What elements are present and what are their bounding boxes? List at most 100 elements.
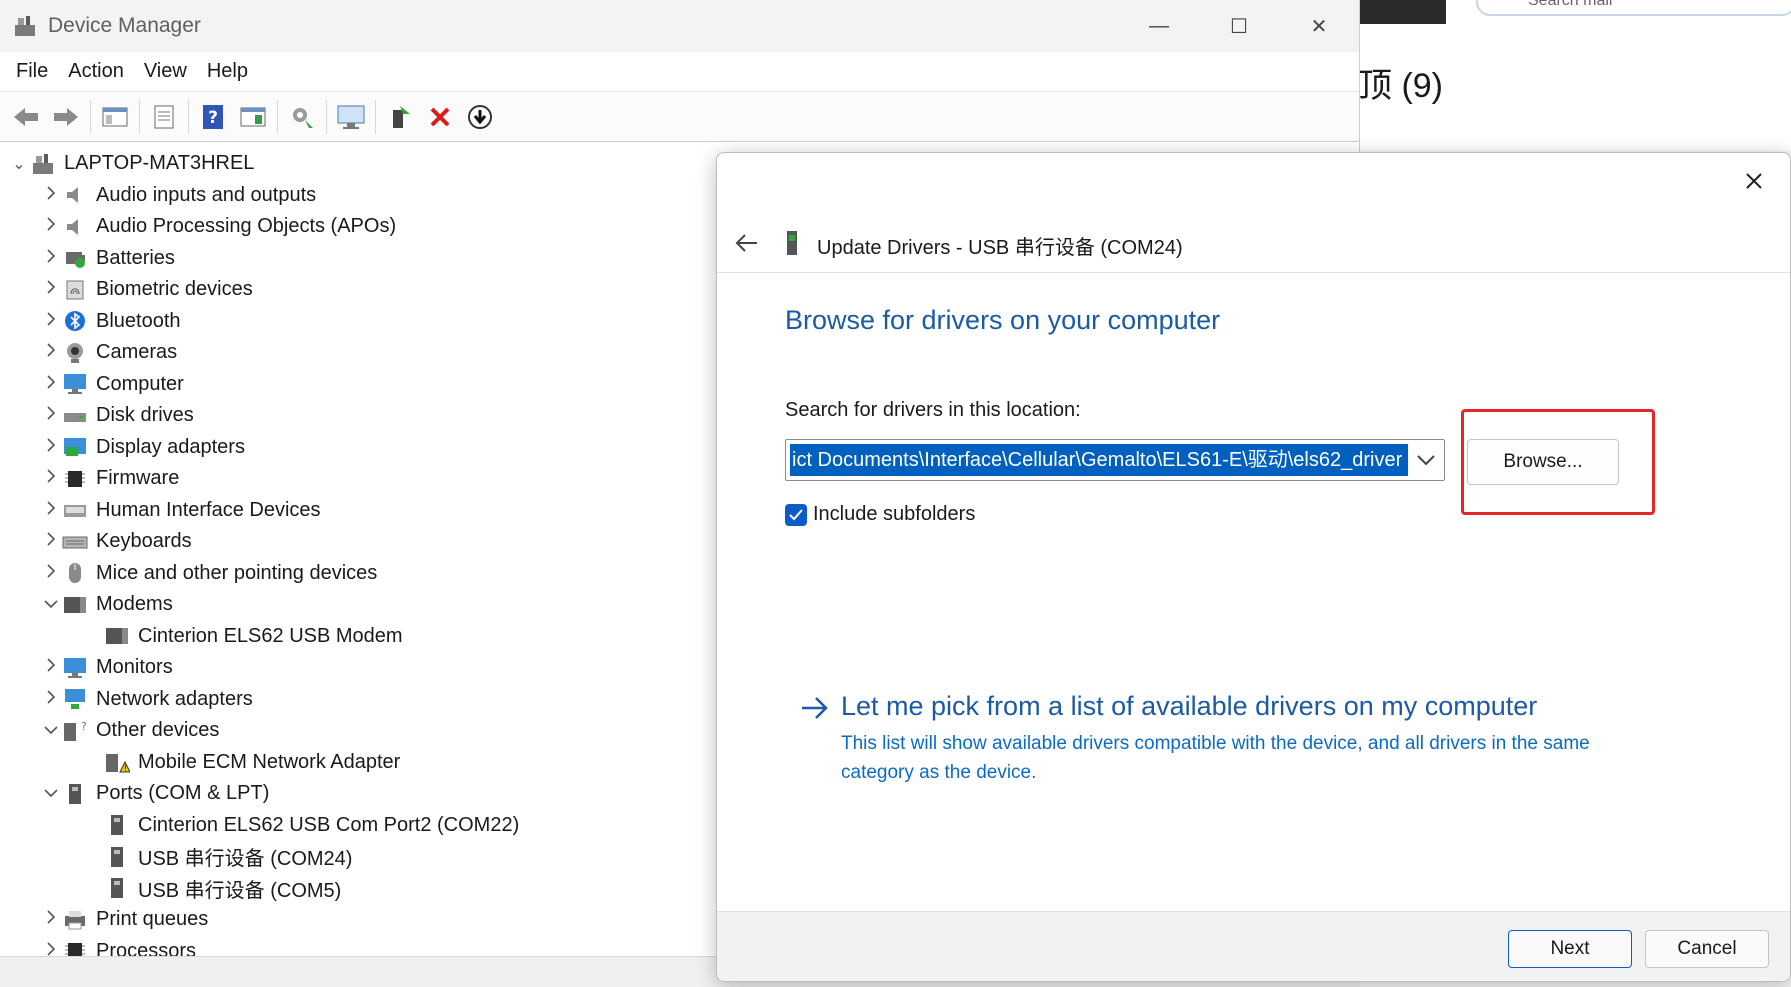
tree-category[interactable]: Monitors	[0, 652, 720, 684]
tree-category[interactable]: Computer	[0, 369, 720, 401]
tree-category[interactable]: Batteries	[0, 243, 720, 275]
chevron-down-icon[interactable]	[40, 785, 62, 803]
tree-category[interactable]: Keyboards	[0, 526, 720, 558]
forward-button[interactable]	[51, 102, 81, 132]
next-button[interactable]: Next	[1508, 930, 1632, 968]
background-search-box: Search mail	[1476, 0, 1791, 16]
tree-device-label: USB 串行设备 (COM5)	[138, 879, 342, 902]
properties-button[interactable]	[149, 102, 179, 132]
chevron-right-icon[interactable]	[40, 690, 62, 709]
action-pane-button[interactable]	[238, 102, 268, 132]
tree-category-label: Other devices	[96, 719, 220, 742]
close-button[interactable]: ✕	[1279, 0, 1359, 52]
menu-action[interactable]: Action	[68, 60, 124, 83]
pick-from-list-link[interactable]: Let me pick from a list of available dri…	[799, 691, 1537, 723]
tree-device[interactable]: Cinterion ELS62 USB Com Port2 (COM22)	[0, 810, 720, 842]
chevron-right-icon[interactable]	[40, 469, 62, 488]
maximize-button[interactable]: ☐	[1199, 0, 1279, 52]
chevron-right-icon[interactable]	[40, 942, 62, 956]
tree-device[interactable]: USB 串行设备 (COM24)	[0, 841, 720, 873]
minimize-button[interactable]: —	[1119, 0, 1199, 52]
chevron-right-icon[interactable]	[40, 501, 62, 520]
pick-from-list-title[interactable]: Let me pick from a list of available dri…	[841, 691, 1537, 722]
tree-category-label: Bluetooth	[96, 309, 181, 332]
dialog-heading: Browse for drivers on your computer	[785, 305, 1221, 335]
tree-category-label: Modems	[96, 593, 173, 616]
cancel-button[interactable]: Cancel	[1645, 930, 1769, 968]
close-icon	[1746, 173, 1762, 189]
driver-path-combobox[interactable]: ict Documents\Interface\Cellular\Gemalto…	[785, 439, 1445, 481]
scan-hardware-changes-button[interactable]	[287, 102, 317, 132]
chevron-down-icon[interactable]	[40, 596, 62, 614]
chevron-right-icon[interactable]	[40, 406, 62, 425]
printer-icon	[62, 907, 88, 933]
tree-category-label: Print queues	[96, 908, 209, 931]
monitor-icon	[62, 655, 88, 681]
menu-file[interactable]: File	[16, 60, 48, 83]
tree-category[interactable]: Network adapters	[0, 684, 720, 716]
driver-path-input[interactable]: ict Documents\Interface\Cellular\Gemalto…	[790, 444, 1409, 476]
back-arrow-icon	[735, 234, 757, 252]
uninstall-device-button[interactable]	[425, 102, 455, 132]
tree-device[interactable]: USB 串行设备 (COM5)	[0, 873, 720, 905]
chevron-right-icon[interactable]	[40, 532, 62, 551]
chevron-right-icon[interactable]	[40, 375, 62, 394]
modem-icon	[62, 592, 88, 618]
update-driver-button[interactable]	[336, 102, 366, 132]
tree-category[interactable]: Bluetooth	[0, 306, 720, 338]
tree-device[interactable]: Cinterion ELS62 USB Modem	[0, 621, 720, 653]
tree-category[interactable]: Modems	[0, 589, 720, 621]
fingerprint-icon	[62, 277, 88, 303]
enable-device-button[interactable]	[385, 102, 415, 132]
tree-category-label: Audio inputs and outputs	[96, 183, 317, 206]
menu-help[interactable]: Help	[207, 60, 248, 83]
tree-category[interactable]: Audio inputs and outputs	[0, 180, 720, 212]
tree-category[interactable]: Mice and other pointing devices	[0, 558, 720, 590]
tree-category[interactable]: Ports (COM & LPT)	[0, 778, 720, 810]
help-button[interactable]: ?	[198, 102, 228, 132]
disable-device-button[interactable]	[465, 102, 495, 132]
chevron-right-icon[interactable]	[40, 280, 62, 299]
show-hide-console-tree-button[interactable]	[100, 102, 130, 132]
chevron-right-icon[interactable]	[40, 343, 62, 362]
chevron-right-icon[interactable]	[40, 249, 62, 268]
tree-category[interactable]: Processors	[0, 936, 720, 956]
action-pane-icon	[240, 107, 266, 126]
tree-device[interactable]: ! Mobile ECM Network Adapter	[0, 747, 720, 779]
dialog-title: Update Drivers - USB 串行设备 (COM24)	[817, 237, 1183, 259]
tree-category[interactable]: Biometric devices	[0, 274, 720, 306]
dialog-close-button[interactable]	[1738, 165, 1770, 197]
chevron-right-icon[interactable]	[40, 564, 62, 583]
tree-category[interactable]: Cameras	[0, 337, 720, 369]
chevron-down-icon[interactable]: ⌄	[8, 154, 30, 174]
chevron-right-icon[interactable]	[40, 658, 62, 677]
dialog-back-button[interactable]	[731, 227, 763, 259]
scan-hardware-icon	[293, 107, 313, 128]
chevron-down-icon[interactable]	[40, 722, 62, 740]
include-subfolders-checkbox[interactable]	[785, 503, 807, 526]
path-dropdown-button[interactable]	[1408, 454, 1444, 466]
chevron-right-icon[interactable]	[40, 438, 62, 457]
tree-category[interactable]: Audio Processing Objects (APOs)	[0, 211, 720, 243]
help-icon: ?	[203, 104, 223, 129]
modem-icon	[104, 623, 130, 649]
include-subfolders-row[interactable]: Include subfolders	[785, 503, 975, 526]
back-button[interactable]	[11, 102, 41, 132]
tree-category-label: Computer	[96, 372, 184, 395]
tree-category[interactable]: Firmware	[0, 463, 720, 495]
chevron-right-icon[interactable]	[40, 312, 62, 331]
tree-category[interactable]: Human Interface Devices	[0, 495, 720, 527]
tree-category[interactable]: Display adapters	[0, 432, 720, 464]
tree-category[interactable]: Disk drives	[0, 400, 720, 432]
menu-view[interactable]: View	[144, 60, 187, 83]
chevron-right-icon[interactable]	[40, 910, 62, 929]
tree-category[interactable]: Print queues	[0, 904, 720, 936]
svg-text:?: ?	[208, 108, 218, 128]
tree-device-label: USB 串行设备 (COM24)	[138, 848, 353, 871]
background-app-titlebar	[1358, 0, 1446, 24]
tree-category-label: Display adapters	[96, 435, 245, 458]
tree-root[interactable]: ⌄ LAPTOP-MAT3HREL	[0, 148, 720, 180]
chevron-right-icon[interactable]	[40, 186, 62, 205]
tree-category[interactable]: ? Other devices	[0, 715, 720, 747]
chevron-right-icon[interactable]	[40, 217, 62, 236]
